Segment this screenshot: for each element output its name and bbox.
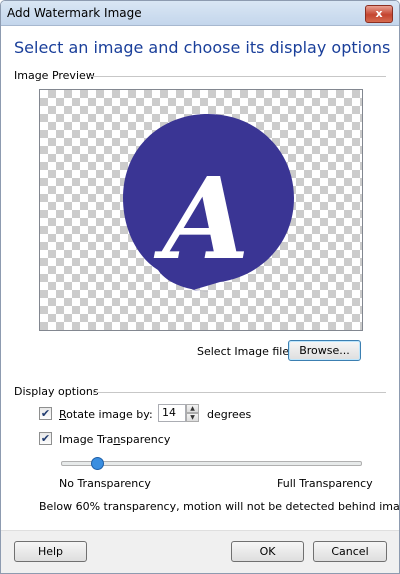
spin-down-button[interactable]: ▼	[186, 413, 199, 422]
title-bar[interactable]: Add Watermark Image x	[1, 1, 399, 26]
image-transparency-label[interactable]: Image Transparency	[59, 433, 170, 446]
window-title: Add Watermark Image	[7, 6, 142, 20]
rotate-degrees-input[interactable]: 14	[158, 404, 186, 422]
browse-button[interactable]: Browse...	[288, 340, 361, 361]
transparency-slider-track[interactable]	[61, 461, 362, 466]
rotate-checkbox[interactable]: ✔	[39, 407, 52, 420]
dialog-window: Add Watermark Image x Select an image an…	[0, 0, 400, 574]
page-heading: Select an image and choose its display o…	[14, 38, 391, 57]
rotate-label[interactable]: Rotate image by:	[59, 408, 153, 421]
degrees-unit-label: degrees	[207, 408, 252, 421]
image-preview: A	[39, 89, 363, 331]
display-options-divider	[93, 392, 386, 393]
ok-button[interactable]: OK	[231, 541, 304, 562]
transparency-slider-thumb[interactable]	[90, 457, 104, 470]
transparency-note: Below 60% transparency, motion will not …	[39, 500, 400, 513]
image-preview-divider	[91, 76, 386, 77]
spin-up-button[interactable]: ▲	[186, 404, 199, 413]
dialog-footer: Help OK Cancel	[1, 530, 399, 573]
watermark-logo: A	[123, 114, 294, 292]
full-transparency-label: Full Transparency	[277, 477, 373, 490]
help-button[interactable]: Help	[14, 541, 87, 562]
select-image-file-label: Select Image file:	[197, 345, 293, 358]
close-button[interactable]: x	[365, 5, 393, 23]
logo-letter: A	[154, 154, 250, 285]
image-preview-group-label: Image Preview	[14, 69, 95, 82]
no-transparency-label: No Transparency	[59, 477, 151, 490]
display-options-group-label: Display options	[14, 385, 99, 398]
cancel-button[interactable]: Cancel	[313, 541, 387, 562]
image-transparency-checkbox[interactable]: ✔	[39, 432, 52, 445]
